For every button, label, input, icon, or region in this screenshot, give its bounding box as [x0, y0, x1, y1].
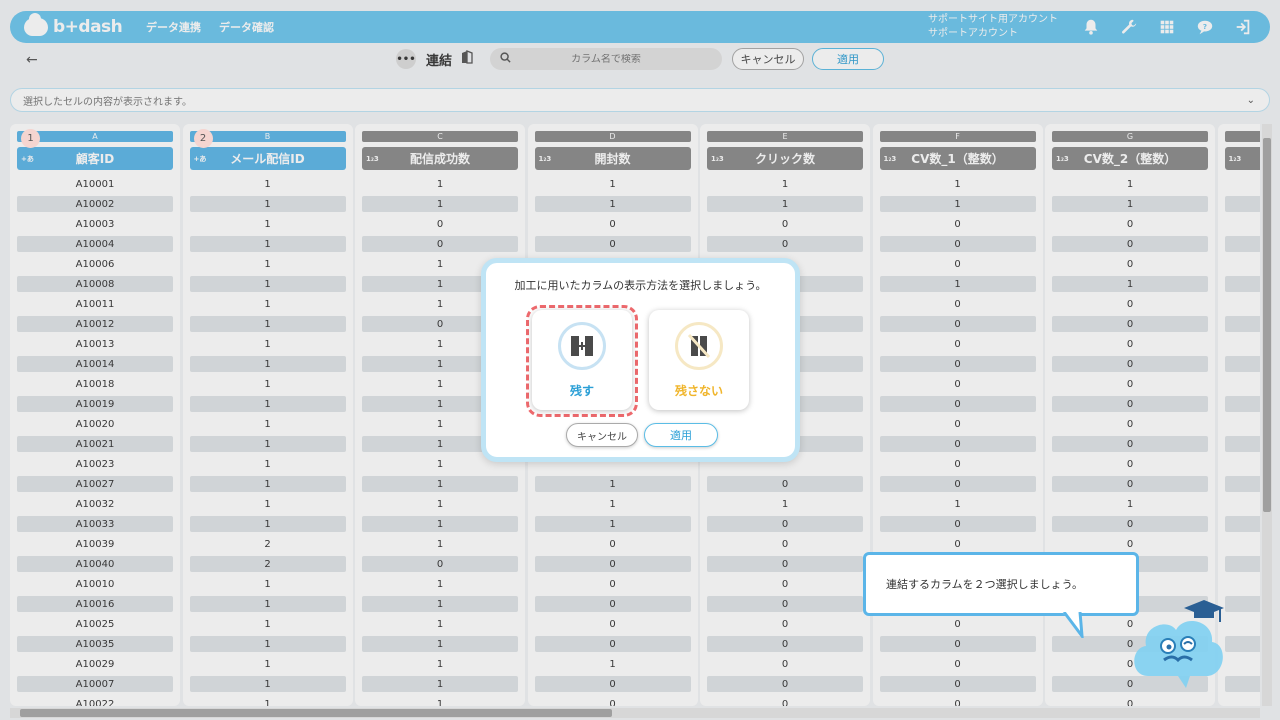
- keep-columns-icon: [558, 322, 606, 370]
- guide-tooltip: 連結するカラムを２つ選択しましょう。: [863, 552, 1139, 616]
- nokeep-label: 残さない: [674, 384, 723, 398]
- tooltip-text: 連結するカラムを２つ選択しましょう。: [886, 578, 1084, 591]
- tooltip-tail: [1062, 612, 1084, 638]
- drop-columns-icon: [675, 322, 723, 370]
- mascot-cloud-icon: [1134, 600, 1224, 688]
- selection-order-badge: 1: [21, 129, 40, 148]
- column-display-modal: 加工に用いたカラムの表示方法を選択しましょう。 残す 残さない キャンセル 適用: [481, 258, 800, 462]
- selection-order-badge: 2: [193, 129, 213, 148]
- modal-message: 加工に用いたカラムの表示方法を選択しましょう。: [514, 279, 767, 292]
- modal-apply-button[interactable]: 適用: [644, 423, 718, 447]
- keep-label: 残す: [569, 384, 594, 398]
- drop-columns-option[interactable]: 残さない: [649, 310, 749, 410]
- modal-cancel-button[interactable]: キャンセル: [566, 423, 638, 447]
- keep-columns-option[interactable]: 残す: [532, 310, 632, 410]
